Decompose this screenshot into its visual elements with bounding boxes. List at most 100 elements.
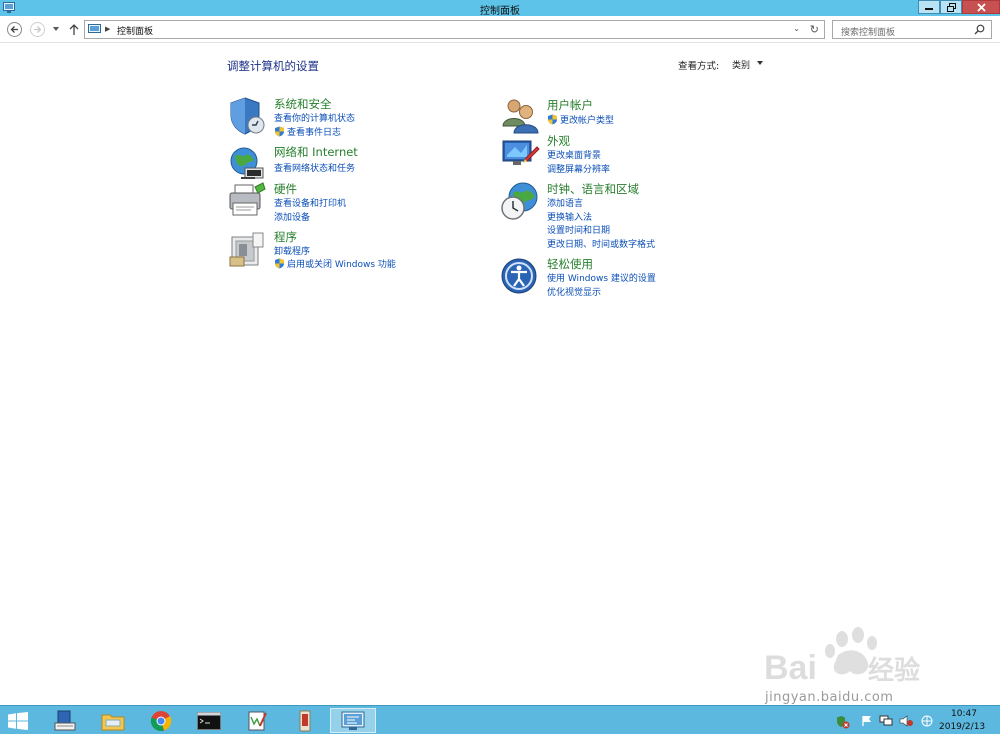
taskbar-command-prompt[interactable]	[186, 708, 232, 733]
page-title: 调整计算机的设置	[227, 59, 319, 73]
breadcrumb-separator-icon[interactable]: ▶	[105, 25, 110, 33]
category-title[interactable]: 硬件	[274, 181, 297, 197]
appearance-icon[interactable]	[501, 133, 541, 173]
link-optimize-visual-display[interactable]: 优化视觉显示	[547, 285, 601, 298]
category-appearance: 外观 更改桌面背景 调整屏幕分辨率	[501, 133, 721, 175]
forward-button[interactable]	[30, 22, 45, 37]
users-icon[interactable]	[501, 96, 541, 136]
arrow-left-icon	[10, 26, 18, 33]
security-alert-icon[interactable]	[836, 715, 850, 729]
link-adjust-screen-resolution[interactable]: 调整屏幕分辨率	[547, 162, 610, 175]
network-globe-icon[interactable]	[227, 144, 267, 184]
chrome-icon	[150, 710, 172, 731]
action-center-flag-icon[interactable]	[861, 715, 873, 727]
recent-locations-dropdown[interactable]	[53, 27, 59, 32]
category-title[interactable]: 外观	[547, 133, 570, 149]
link-label[interactable]: 查看事件日志	[287, 128, 341, 138]
restore-icon	[946, 2, 956, 12]
link-windows-features[interactable]: 启用或关闭 Windows 功能	[274, 257, 396, 270]
uac-shield-icon	[275, 258, 284, 269]
category-user-accounts: 用户帐户 更改帐户类型	[501, 96, 721, 134]
breadcrumb[interactable]: 控制面板	[117, 24, 153, 37]
control-panel-icon	[341, 711, 365, 730]
view-by-label: 查看方式:	[678, 61, 720, 72]
uac-shield-icon	[275, 126, 284, 137]
view-by-dropdown[interactable]: 类别	[732, 58, 750, 71]
close-icon	[976, 2, 986, 12]
refresh-icon[interactable]: ↻	[810, 23, 819, 36]
restore-button[interactable]	[940, 0, 962, 14]
server-manager-icon	[54, 710, 76, 730]
category-ease-of-access: 轻松使用 使用 Windows 建议的设置 优化视觉显示	[501, 256, 721, 298]
link-view-devices-printers[interactable]: 查看设备和打印机	[274, 196, 346, 209]
clock-globe-icon[interactable]	[501, 181, 541, 221]
windows-start-icon[interactable]	[8, 712, 28, 730]
category-title[interactable]: 用户帐户	[547, 97, 593, 113]
shield-icon[interactable]	[227, 96, 267, 136]
arrow-right-icon	[34, 26, 42, 33]
file-explorer-icon	[101, 714, 125, 730]
link-view-computer-status[interactable]: 查看你的计算机状态	[274, 111, 355, 124]
category-programs: 程序 卸载程序 启用或关闭 Windows 功能	[227, 229, 447, 271]
search-input[interactable]: 搜索控制面板	[841, 25, 895, 38]
up-arrow-icon[interactable]	[67, 22, 81, 37]
window-title: 控制面板	[480, 6, 520, 17]
category-network-internet: 网络和 Internet 查看网络状态和任务	[227, 144, 447, 179]
notepad-icon	[248, 711, 267, 730]
ease-of-access-icon[interactable]	[501, 256, 541, 296]
taskbar-chrome[interactable]	[138, 708, 184, 733]
uac-shield-icon	[548, 114, 557, 125]
category-title[interactable]: 轻松使用	[547, 256, 593, 272]
clock-date[interactable]: 2019/2/13	[939, 722, 985, 732]
category-title[interactable]: 系统和安全	[274, 96, 332, 112]
address-bar[interactable]: ▶ 控制面板 ⌄ ↻	[84, 20, 825, 39]
control-panel-icon	[88, 24, 101, 33]
category-clock-language-region: 时钟、语言和区域 添加语言 更换输入法 设置时间和日期 更改日期、时间或数字格式	[501, 181, 721, 251]
search-icon[interactable]	[974, 24, 985, 35]
category-title[interactable]: 程序	[274, 229, 297, 245]
watermark-url: jingyan.baidu.com	[765, 690, 894, 705]
link-uninstall-program[interactable]: 卸载程序	[274, 244, 310, 257]
svg-text:经验: 经验	[868, 655, 920, 685]
link-change-input-method[interactable]: 更换输入法	[547, 210, 592, 223]
printer-icon[interactable]	[227, 181, 267, 221]
title-bar: 控制面板	[0, 0, 1000, 17]
taskbar-notepad[interactable]	[234, 708, 280, 733]
taskbar-file-explorer[interactable]	[90, 708, 136, 733]
link-label[interactable]: 更改帐户类型	[560, 116, 614, 126]
taskbar-control-panel[interactable]	[330, 708, 376, 733]
link-change-account-type[interactable]: 更改帐户类型	[547, 113, 614, 126]
category-system-security: 系统和安全 查看你的计算机状态 查看事件日志	[227, 96, 447, 140]
taskbar-app[interactable]	[282, 708, 328, 733]
programs-icon[interactable]	[227, 229, 267, 269]
link-change-desktop-background[interactable]: 更改桌面背景	[547, 148, 601, 161]
back-button[interactable]	[7, 22, 22, 37]
clock-time[interactable]: 10:47	[951, 709, 977, 719]
app-icon	[299, 710, 311, 731]
search-box[interactable]: 搜索控制面板	[832, 20, 992, 39]
input-method-icon[interactable]	[921, 715, 933, 727]
link-label[interactable]: 启用或关闭 Windows 功能	[287, 260, 396, 270]
svg-text:Bai: Bai	[764, 649, 817, 687]
link-change-date-time-format[interactable]: 更改日期、时间或数字格式	[547, 237, 655, 250]
link-add-device[interactable]: 添加设备	[274, 210, 310, 223]
volume-muted-icon[interactable]	[899, 715, 913, 727]
category-hardware: 硬件 查看设备和打印机 添加设备	[227, 181, 447, 223]
control-panel-content: 调整计算机的设置 查看方式: 类别 系统和安全 查看你的计算机状态 查看事件日志…	[0, 44, 1000, 705]
category-title[interactable]: 网络和 Internet	[274, 144, 358, 160]
link-add-language[interactable]: 添加语言	[547, 196, 583, 209]
link-view-event-logs[interactable]: 查看事件日志	[274, 125, 341, 138]
chevron-down-icon[interactable]: ⌄	[793, 24, 800, 33]
close-button[interactable]	[962, 0, 1000, 14]
minimize-icon	[925, 8, 933, 10]
taskbar: 10:47 2019/2/13	[0, 705, 1000, 734]
link-view-network-status[interactable]: 查看网络状态和任务	[274, 161, 355, 174]
minimize-button[interactable]	[918, 0, 940, 14]
network-icon[interactable]	[879, 715, 893, 727]
cmd-icon	[197, 711, 221, 730]
taskbar-server-manager[interactable]	[42, 708, 88, 733]
chevron-down-icon[interactable]	[757, 61, 763, 65]
link-use-recommended-settings[interactable]: 使用 Windows 建议的设置	[547, 271, 656, 284]
category-title[interactable]: 时钟、语言和区域	[547, 181, 639, 197]
link-set-time-date[interactable]: 设置时间和日期	[547, 223, 610, 236]
